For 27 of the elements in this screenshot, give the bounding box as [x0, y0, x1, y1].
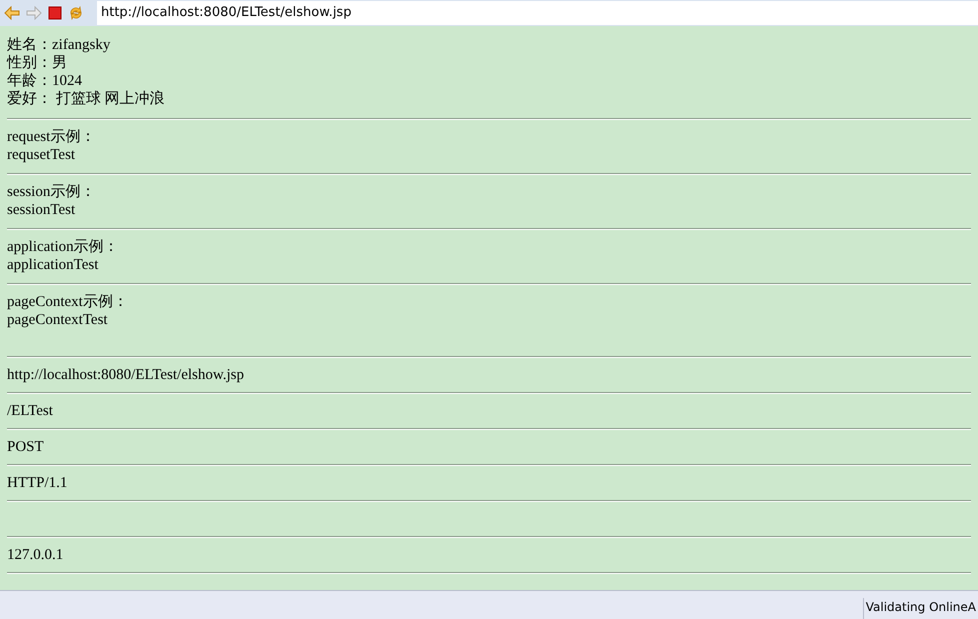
- scope-value: pageContextTest: [7, 311, 109, 329]
- field-label: 年龄：: [7, 72, 52, 90]
- scope-value: requsetTest: [7, 146, 76, 164]
- request-info-text: HTTP/1.1: [7, 474, 68, 492]
- forward-arrow-icon[interactable]: [26, 6, 42, 20]
- scope-label: pageContext示例：: [7, 293, 129, 311]
- field-label: 姓名：: [7, 36, 52, 54]
- back-arrow-icon[interactable]: [4, 6, 20, 20]
- request-info-text: 127.0.0.1: [7, 546, 64, 564]
- scope-label: request示例：: [7, 128, 96, 146]
- field-value: 男: [52, 54, 67, 72]
- status-text: Validating OnlineA: [862, 598, 978, 619]
- scope-value: applicationTest: [7, 256, 100, 274]
- scope-label: application示例：: [7, 238, 120, 256]
- scope-label: session示例：: [7, 183, 96, 201]
- refresh-icon[interactable]: [68, 5, 84, 21]
- request-info-text: http://localhost:8080/ELTest/elshow.jsp: [7, 366, 244, 384]
- stop-icon[interactable]: [48, 6, 62, 20]
- request-info-text: POST: [7, 438, 44, 456]
- scope-value: sessionTest: [7, 201, 76, 219]
- field-value: 打篮球 网上冲浪: [54, 90, 164, 108]
- address-field[interactable]: http://localhost:8080/ELTest/elshow.jsp: [97, 1, 978, 25]
- field-label: 性别：: [7, 54, 52, 72]
- field-value: 1024: [52, 72, 82, 90]
- request-info-text: /ELTest: [7, 402, 53, 420]
- field-value: zifangsky: [52, 36, 110, 54]
- field-label: 爱好：: [7, 90, 52, 108]
